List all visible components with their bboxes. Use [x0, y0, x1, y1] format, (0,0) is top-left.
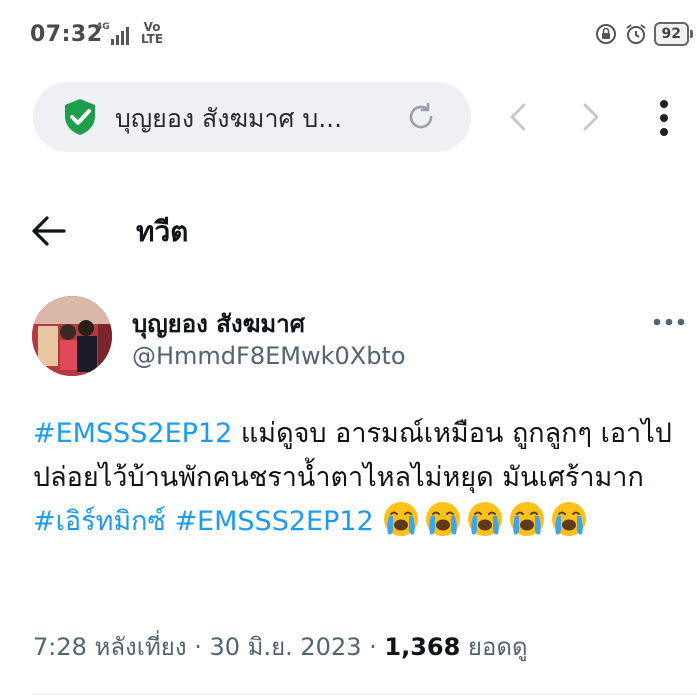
- avatar-photo: [32, 296, 112, 376]
- lock-rotation-icon: [595, 24, 616, 44]
- browser-forward-icon[interactable]: [574, 100, 606, 134]
- battery-indicator: 92: [653, 22, 694, 46]
- views-count: 1,368: [384, 633, 461, 661]
- more-vert-icon[interactable]: [650, 98, 678, 138]
- back-arrow-icon[interactable]: [30, 214, 68, 248]
- status-time: 07:32: [30, 22, 103, 47]
- views-label: ยอดดู: [460, 633, 528, 661]
- tweet-text: #EMSSS2EP12 แม่ดูจบ อารมณ์เหมือน ถูกลูกๆ…: [33, 412, 693, 544]
- hashtag-link[interactable]: #EMSSS2EP12: [174, 506, 373, 537]
- crying-face-emoji: [466, 500, 504, 538]
- signal-icon: 4G: [96, 22, 136, 46]
- crying-face-emoji: [424, 500, 462, 538]
- crying-face-emoji: [508, 500, 546, 538]
- volte-indicator: Vo LTE: [140, 20, 164, 46]
- meta-separator: ·: [186, 633, 210, 661]
- crying-face-emoji: [382, 500, 420, 538]
- alarm-icon: [625, 24, 646, 44]
- author-handle[interactable]: @HmmdF8EMwk0Xbto: [132, 342, 406, 370]
- address-bar[interactable]: บุญยอง สังฆมาศ บ...: [33, 82, 471, 152]
- meta-separator: ·: [361, 633, 385, 661]
- author-name[interactable]: บุญยอง สังฆมาศ: [132, 304, 305, 343]
- network-type: 4G: [96, 22, 110, 32]
- status-bar: 07:32 4G Vo LTE 92: [0, 0, 697, 72]
- tweet-time[interactable]: 7:28 หลังเที่ยง: [33, 633, 187, 661]
- url-text[interactable]: บุญยอง สังฆมาศ บ...: [115, 99, 342, 139]
- hashtag-link[interactable]: #เอิร์ทมิกซ์: [33, 506, 166, 537]
- more-horiz-icon[interactable]: [652, 315, 686, 329]
- tweet-meta: 7:28 หลังเที่ยง · 30 มิ.ย. 2023 · 1,368 …: [33, 627, 528, 666]
- tweet-date[interactable]: 30 มิ.ย. 2023: [209, 633, 361, 661]
- emoji-group: [382, 502, 592, 537]
- shield-check-icon: [65, 99, 95, 135]
- crying-face-emoji: [550, 500, 588, 538]
- avatar[interactable]: [32, 296, 112, 376]
- browser-back-icon[interactable]: [503, 100, 535, 134]
- hashtag-link[interactable]: #EMSSS2EP12: [33, 418, 232, 449]
- reload-icon[interactable]: [405, 101, 437, 133]
- divider: [33, 694, 697, 695]
- page-title: ทวีต: [136, 215, 189, 248]
